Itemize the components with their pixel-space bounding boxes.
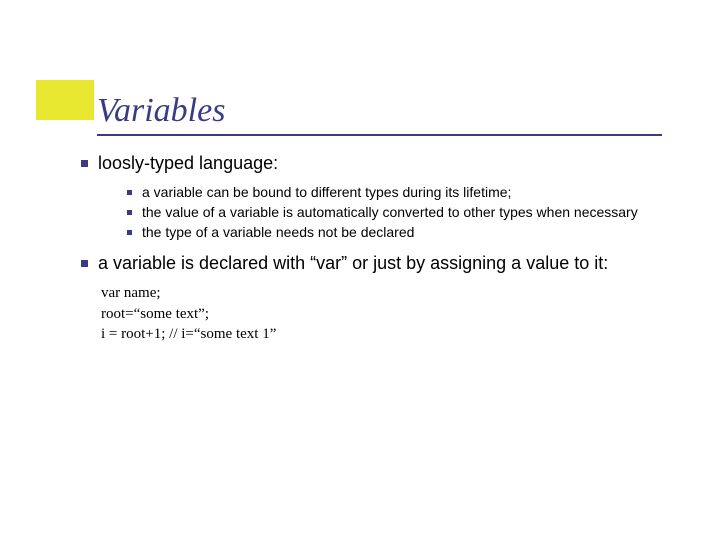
accent-block [36,80,94,120]
title-underline [97,134,662,136]
square-bullet-icon [127,230,132,235]
bullet-text: the type of a variable needs not be decl… [142,223,414,242]
square-bullet-icon [127,190,132,195]
code-example: var name; root=“some text”; i = root+1; … [101,283,680,344]
bullet-text: a variable is declared with “var” or jus… [98,252,608,275]
slide-content: Variables loosly-typed language: a varia… [97,92,680,344]
sub-bullet-group: a variable can be bound to different typ… [127,183,680,242]
bullet-text: the value of a variable is automatically… [142,203,638,222]
bullet-text: loosly-typed language: [98,152,278,175]
bullet-level2: a variable can be bound to different typ… [127,183,680,202]
code-line: root=“some text”; [101,304,680,324]
square-bullet-icon [127,210,132,215]
bullet-level2: the value of a variable is automatically… [127,203,680,222]
bullet-level2: the type of a variable needs not be decl… [127,223,680,242]
bullet-text: a variable can be bound to different typ… [142,183,511,202]
code-line: i = root+1; // i=“some text 1” [101,324,680,344]
bullet-level1: a variable is declared with “var” or jus… [81,252,680,275]
slide-title: Variables [97,92,680,130]
square-bullet-icon [81,260,88,267]
square-bullet-icon [81,160,88,167]
code-line: var name; [101,283,680,303]
bullet-level1: loosly-typed language: [81,152,680,175]
